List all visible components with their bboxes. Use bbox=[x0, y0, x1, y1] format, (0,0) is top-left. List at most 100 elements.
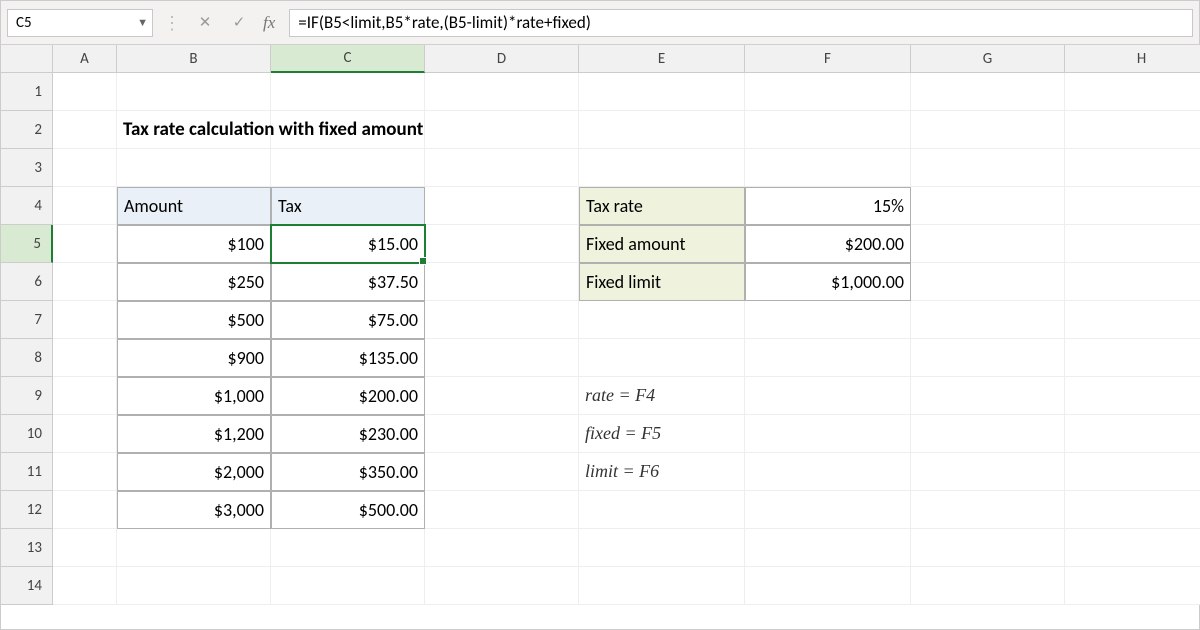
cell-A10[interactable] bbox=[53, 415, 117, 453]
cell-G9[interactable] bbox=[911, 377, 1065, 415]
row-head-8[interactable]: 8 bbox=[1, 339, 53, 377]
cell-H12[interactable] bbox=[1065, 491, 1200, 529]
cell-E5[interactable]: Fixed amount bbox=[579, 225, 745, 263]
row-head-2[interactable]: 2 bbox=[1, 111, 53, 149]
cell-D2[interactable] bbox=[425, 111, 579, 149]
cell-C6[interactable]: $37.50 bbox=[271, 263, 425, 301]
cell-G2[interactable] bbox=[911, 111, 1065, 149]
cancel-button[interactable]: ✕ bbox=[191, 11, 219, 35]
cell-C7[interactable]: $75.00 bbox=[271, 301, 425, 339]
cell-C4[interactable]: Tax bbox=[271, 187, 425, 225]
cell-F5[interactable]: $200.00 bbox=[745, 225, 911, 263]
cell-H9[interactable] bbox=[1065, 377, 1200, 415]
cell-C10[interactable]: $230.00 bbox=[271, 415, 425, 453]
cell-B14[interactable] bbox=[117, 567, 271, 605]
cell-C1[interactable] bbox=[271, 73, 425, 111]
cell-A8[interactable] bbox=[53, 339, 117, 377]
cell-E8[interactable] bbox=[579, 339, 745, 377]
cell-C14[interactable] bbox=[271, 567, 425, 605]
cell-F8[interactable] bbox=[745, 339, 911, 377]
cell-B4[interactable]: Amount bbox=[117, 187, 271, 225]
row-head-3[interactable]: 3 bbox=[1, 149, 53, 187]
cell-A1[interactable] bbox=[53, 73, 117, 111]
insert-function-button[interactable]: fx bbox=[259, 13, 283, 33]
cell-E12[interactable] bbox=[579, 491, 745, 529]
cell-F7[interactable] bbox=[745, 301, 911, 339]
cell-A2[interactable] bbox=[53, 111, 117, 149]
row-head-7[interactable]: 7 bbox=[1, 301, 53, 339]
cell-D9[interactable] bbox=[425, 377, 579, 415]
cell-E7[interactable] bbox=[579, 301, 745, 339]
cell-C3[interactable] bbox=[271, 149, 425, 187]
row-head-13[interactable]: 13 bbox=[1, 529, 53, 567]
select-all-corner[interactable] bbox=[1, 45, 53, 73]
cell-B2[interactable]: Tax rate calculation with fixed amount bbox=[117, 111, 271, 149]
cell-D7[interactable] bbox=[425, 301, 579, 339]
cell-B12[interactable]: $3,000 bbox=[117, 491, 271, 529]
row-head-12[interactable]: 12 bbox=[1, 491, 53, 529]
cell-G6[interactable] bbox=[911, 263, 1065, 301]
cell-E2[interactable] bbox=[579, 111, 745, 149]
cell-H3[interactable] bbox=[1065, 149, 1200, 187]
cell-G8[interactable] bbox=[911, 339, 1065, 377]
cell-E3[interactable] bbox=[579, 149, 745, 187]
cell-F12[interactable] bbox=[745, 491, 911, 529]
cell-B7[interactable]: $500 bbox=[117, 301, 271, 339]
cell-B1[interactable] bbox=[117, 73, 271, 111]
col-head-H[interactable]: H bbox=[1065, 45, 1200, 73]
cell-C13[interactable] bbox=[271, 529, 425, 567]
col-head-C[interactable]: C bbox=[271, 45, 425, 73]
cell-D12[interactable] bbox=[425, 491, 579, 529]
cell-G10[interactable] bbox=[911, 415, 1065, 453]
cell-F1[interactable] bbox=[745, 73, 911, 111]
col-head-B[interactable]: B bbox=[117, 45, 271, 73]
enter-button[interactable]: ✓ bbox=[225, 11, 253, 35]
cell-F13[interactable] bbox=[745, 529, 911, 567]
cell-C8[interactable]: $135.00 bbox=[271, 339, 425, 377]
cell-D3[interactable] bbox=[425, 149, 579, 187]
row-head-5[interactable]: 5 bbox=[1, 225, 53, 263]
cell-D6[interactable] bbox=[425, 263, 579, 301]
cell-E9[interactable]: rate = F4 bbox=[579, 377, 745, 415]
cell-H13[interactable] bbox=[1065, 529, 1200, 567]
cell-B8[interactable]: $900 bbox=[117, 339, 271, 377]
row-head-6[interactable]: 6 bbox=[1, 263, 53, 301]
cell-F4[interactable]: 15% bbox=[745, 187, 911, 225]
row-head-9[interactable]: 9 bbox=[1, 377, 53, 415]
cell-F3[interactable] bbox=[745, 149, 911, 187]
cell-H1[interactable] bbox=[1065, 73, 1200, 111]
row-head-10[interactable]: 10 bbox=[1, 415, 53, 453]
cell-B13[interactable] bbox=[117, 529, 271, 567]
cell-E1[interactable] bbox=[579, 73, 745, 111]
cell-B9[interactable]: $1,000 bbox=[117, 377, 271, 415]
cell-C11[interactable]: $350.00 bbox=[271, 453, 425, 491]
cell-D14[interactable] bbox=[425, 567, 579, 605]
cell-G3[interactable] bbox=[911, 149, 1065, 187]
cell-A9[interactable] bbox=[53, 377, 117, 415]
col-head-G[interactable]: G bbox=[911, 45, 1065, 73]
formula-input[interactable]: =IF(B5<limit,B5*rate,(B5-limit)*rate+fix… bbox=[289, 9, 1193, 37]
cell-G1[interactable] bbox=[911, 73, 1065, 111]
cell-H6[interactable] bbox=[1065, 263, 1200, 301]
cell-G7[interactable] bbox=[911, 301, 1065, 339]
cell-B5[interactable]: $100 bbox=[117, 225, 271, 263]
cell-E11[interactable]: limit = F6 bbox=[579, 453, 745, 491]
cell-A6[interactable] bbox=[53, 263, 117, 301]
cell-H11[interactable] bbox=[1065, 453, 1200, 491]
cell-A11[interactable] bbox=[53, 453, 117, 491]
cell-H8[interactable] bbox=[1065, 339, 1200, 377]
cell-F9[interactable] bbox=[745, 377, 911, 415]
cell-C9[interactable]: $200.00 bbox=[271, 377, 425, 415]
cell-H7[interactable] bbox=[1065, 301, 1200, 339]
cell-G5[interactable] bbox=[911, 225, 1065, 263]
cell-E13[interactable] bbox=[579, 529, 745, 567]
name-box-dropdown-icon[interactable]: ▼ bbox=[137, 16, 148, 29]
row-head-1[interactable]: 1 bbox=[1, 73, 53, 111]
cell-H2[interactable] bbox=[1065, 111, 1200, 149]
cell-B11[interactable]: $2,000 bbox=[117, 453, 271, 491]
cell-F10[interactable] bbox=[745, 415, 911, 453]
cell-D13[interactable] bbox=[425, 529, 579, 567]
cell-E14[interactable] bbox=[579, 567, 745, 605]
cell-D1[interactable] bbox=[425, 73, 579, 111]
cell-G11[interactable] bbox=[911, 453, 1065, 491]
